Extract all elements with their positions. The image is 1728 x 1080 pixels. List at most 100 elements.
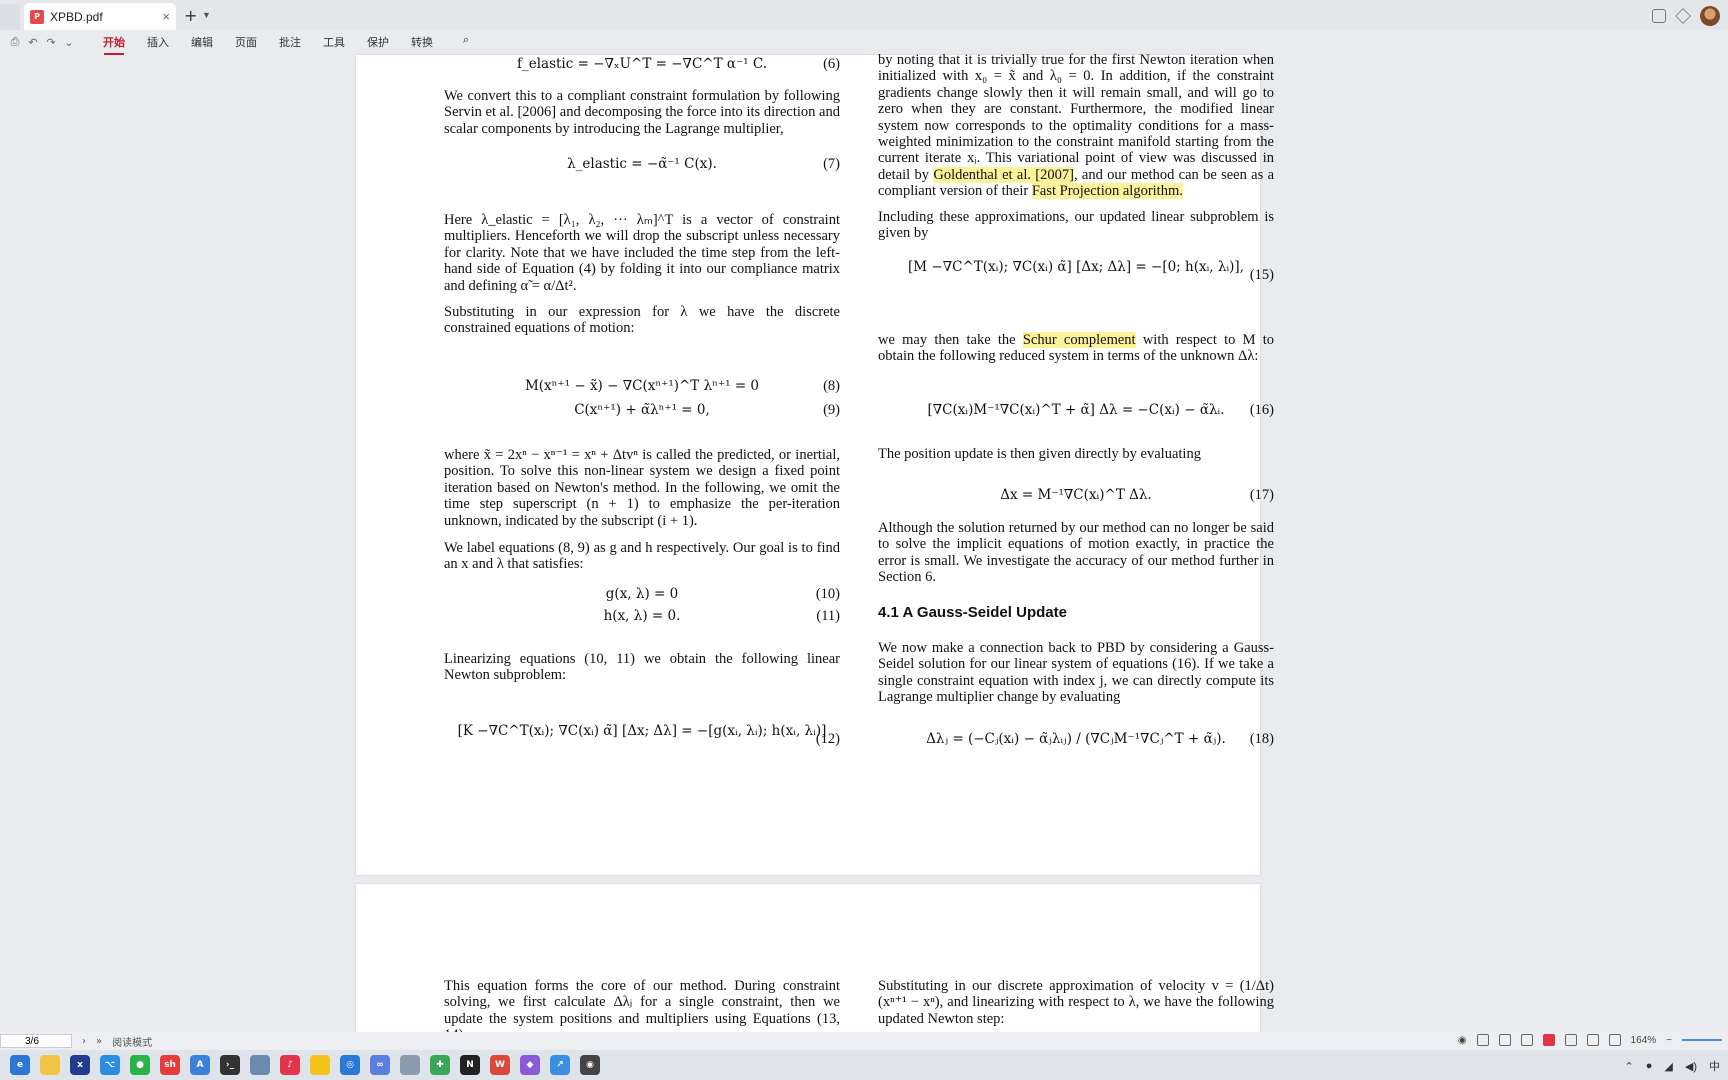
- reading-mode-label[interactable]: 阅读模式: [112, 1034, 152, 1049]
- app-blue-icon[interactable]: ↗: [550, 1055, 570, 1075]
- equation-body: Δx = M⁻¹∇C(xᵢ)^T Δλ.: [1000, 487, 1152, 503]
- window-controls: [1652, 6, 1720, 26]
- redo-icon[interactable]: ↷: [42, 36, 60, 49]
- fit-width-icon[interactable]: [1564, 1034, 1577, 1046]
- volume-icon[interactable]: ◀): [1685, 1060, 1697, 1073]
- menu-insert[interactable]: 插入: [136, 34, 180, 50]
- eye-icon[interactable]: ◉: [1458, 1035, 1467, 1046]
- app-gray-icon[interactable]: [400, 1055, 420, 1075]
- equation-10: g(x, λ) = 0 (10): [444, 586, 840, 606]
- menu-tools[interactable]: 工具: [312, 34, 356, 50]
- print-icon[interactable]: ⎙: [6, 35, 24, 49]
- menu-annotate[interactable]: 批注: [268, 34, 312, 50]
- rotate-icon[interactable]: [1608, 1034, 1621, 1046]
- paragraph: by noting that it is trivially true for …: [878, 52, 1274, 200]
- equation-6: f_elastic = −∇ₓU^T = −∇C^T α⁻¹ C. (6): [444, 56, 840, 76]
- app-green-icon[interactable]: ✚: [430, 1055, 450, 1075]
- equation-number: (10): [815, 586, 840, 602]
- menu-edit[interactable]: 编辑: [180, 34, 224, 50]
- two-page-icon[interactable]: [1520, 1034, 1533, 1046]
- link-icon[interactable]: ∞: [370, 1055, 390, 1075]
- pdf-page-3: f_elastic = −∇ₓU^T = −∇C^T α⁻¹ C. (6) We…: [356, 52, 1274, 875]
- equation-body: g(x, λ) = 0: [605, 586, 679, 602]
- mic-icon[interactable]: ●: [1646, 1060, 1653, 1072]
- pdf-page-4: This equation forms the core of our meth…: [356, 884, 1274, 1043]
- chevron-up-icon[interactable]: ⌃: [1625, 1060, 1634, 1073]
- tab-title: XPBD.pdf: [50, 9, 103, 24]
- equation-17: Δx = M⁻¹∇C(xᵢ)^T Δλ. (17): [878, 487, 1274, 507]
- status-right: ◉ 164% −: [1458, 1034, 1722, 1046]
- page-number-input[interactable]: [0, 1034, 72, 1048]
- last-page-button[interactable]: »: [96, 1036, 102, 1047]
- equation-number: (8): [823, 378, 840, 394]
- undo-icon[interactable]: ↶: [24, 36, 42, 49]
- app-red-icon[interactable]: sh: [160, 1055, 180, 1075]
- compass-icon[interactable]: ◎: [340, 1055, 360, 1075]
- menu-home[interactable]: 开始: [92, 34, 136, 55]
- search-icon[interactable]: ⌕: [444, 34, 488, 50]
- zoom-slider[interactable]: [1682, 1039, 1722, 1041]
- play-icon[interactable]: [1542, 1034, 1555, 1046]
- continuous-page-icon[interactable]: [1498, 1034, 1511, 1046]
- sticky-icon[interactable]: [310, 1055, 330, 1075]
- equation-body: C(xⁿ⁺¹) + α̃λⁿ⁺¹ = 0,: [574, 402, 710, 418]
- text: we may then take the: [878, 332, 1016, 348]
- network-icon[interactable]: ◢: [1664, 1060, 1672, 1073]
- obs-icon[interactable]: ◉: [580, 1055, 600, 1075]
- cube-icon[interactable]: [1675, 8, 1691, 24]
- app-icon[interactable]: x: [70, 1055, 90, 1075]
- fit-page-icon[interactable]: [1586, 1034, 1599, 1046]
- equation-body: λ_elastic = −α̃⁻¹ C(x).: [567, 156, 717, 172]
- paragraph: We now make a connection back to PBD by …: [878, 640, 1274, 706]
- equation-body: [∇C(xᵢ)M⁻¹∇C(xᵢ)^T + α̃] Δλ = −C(xᵢ) − α…: [927, 402, 1225, 418]
- notes-icon[interactable]: [250, 1055, 270, 1075]
- tab-stub[interactable]: [0, 4, 20, 30]
- avatar[interactable]: [1700, 6, 1720, 26]
- equation-15: [M −∇C^T(xᵢ); ∇C(xᵢ) α̃] [Δx; Δλ] = −[0;…: [878, 251, 1274, 303]
- highlight-text[interactable]: Schur complement: [1022, 332, 1136, 348]
- notion-icon[interactable]: N: [460, 1055, 480, 1075]
- highlight-citation[interactable]: Goldenthal et al. [2007]: [933, 166, 1074, 183]
- paragraph: where x̃ = 2xⁿ − xⁿ⁻¹ = xⁿ + Δtvⁿ is cal…: [444, 447, 840, 529]
- music-icon[interactable]: ♪: [280, 1055, 300, 1075]
- equation-body: h(x, λ) = 0.: [603, 608, 681, 624]
- paragraph: The position update is then given direct…: [878, 446, 1201, 462]
- chevron-down-icon[interactable]: ▼: [202, 10, 211, 20]
- tab-xpbd-pdf[interactable]: P XPBD.pdf ×: [24, 3, 176, 30]
- visual-studio-icon[interactable]: ◆: [520, 1055, 540, 1075]
- vscode-icon[interactable]: ⌥: [100, 1055, 120, 1075]
- next-page-button[interactable]: ›: [82, 1036, 86, 1047]
- translate-icon[interactable]: A: [190, 1055, 210, 1075]
- edge-icon[interactable]: e: [10, 1055, 30, 1075]
- equation-body: [K −∇C^T(xᵢ); ∇C(xᵢ) α̃] [Δx; Δλ] = −[g(…: [457, 723, 827, 739]
- terminal-icon[interactable]: ›_: [220, 1055, 240, 1075]
- equation-9: C(xⁿ⁺¹) + α̃λⁿ⁺¹ = 0, (9): [444, 402, 840, 422]
- highlight-citation[interactable]: Fast Projection algorithm.: [1031, 183, 1183, 200]
- zoom-out-button[interactable]: −: [1666, 1035, 1672, 1046]
- equation-18: Δλⱼ = (−Cⱼ(xᵢ) − α̃ⱼλᵢⱼ) / (∇CⱼM⁻¹∇Cⱼ^T …: [878, 731, 1274, 751]
- folder-icon[interactable]: [40, 1055, 60, 1075]
- menu-protect[interactable]: 保护: [356, 34, 400, 50]
- equation-number: (7): [823, 156, 840, 172]
- equation-11: h(x, λ) = 0. (11): [444, 608, 840, 628]
- equation-number: (15): [1249, 267, 1274, 283]
- menu-page[interactable]: 页面: [224, 34, 268, 50]
- wps-icon[interactable]: W: [490, 1055, 510, 1075]
- ime-indicator[interactable]: 中: [1709, 1058, 1720, 1074]
- paragraph: Linearizing equations (10, 11) we obtain…: [444, 651, 840, 684]
- equation-number: (9): [823, 402, 840, 418]
- equation-12: [K −∇C^T(xᵢ); ∇C(xᵢ) α̃] [Δx; Δλ] = −[g(…: [444, 715, 840, 767]
- chevron-down-icon[interactable]: ⌄: [60, 36, 78, 49]
- menu-convert[interactable]: 转换: [400, 34, 444, 50]
- single-page-icon[interactable]: [1476, 1034, 1489, 1046]
- status-bar: › » 阅读模式 ◉ 164% −: [0, 1032, 1728, 1050]
- window-layout-icon[interactable]: [1652, 9, 1666, 23]
- new-tab-button[interactable]: +: [184, 6, 197, 25]
- zoom-level[interactable]: 164%: [1631, 1035, 1657, 1046]
- text: by noting that it is trivially true for …: [878, 52, 1274, 183]
- wechat-icon[interactable]: ●: [130, 1055, 150, 1075]
- equation-body: Δλⱼ = (−Cⱼ(xᵢ) − α̃ⱼλᵢⱼ) / (∇CⱼM⁻¹∇Cⱼ^T …: [926, 731, 1226, 747]
- paragraph: Here λ_elastic = [λ₁, λ₂, ··· λₘ]^T is a…: [444, 212, 840, 294]
- equation-number: (6): [823, 56, 840, 72]
- close-tab-icon[interactable]: ×: [162, 9, 170, 24]
